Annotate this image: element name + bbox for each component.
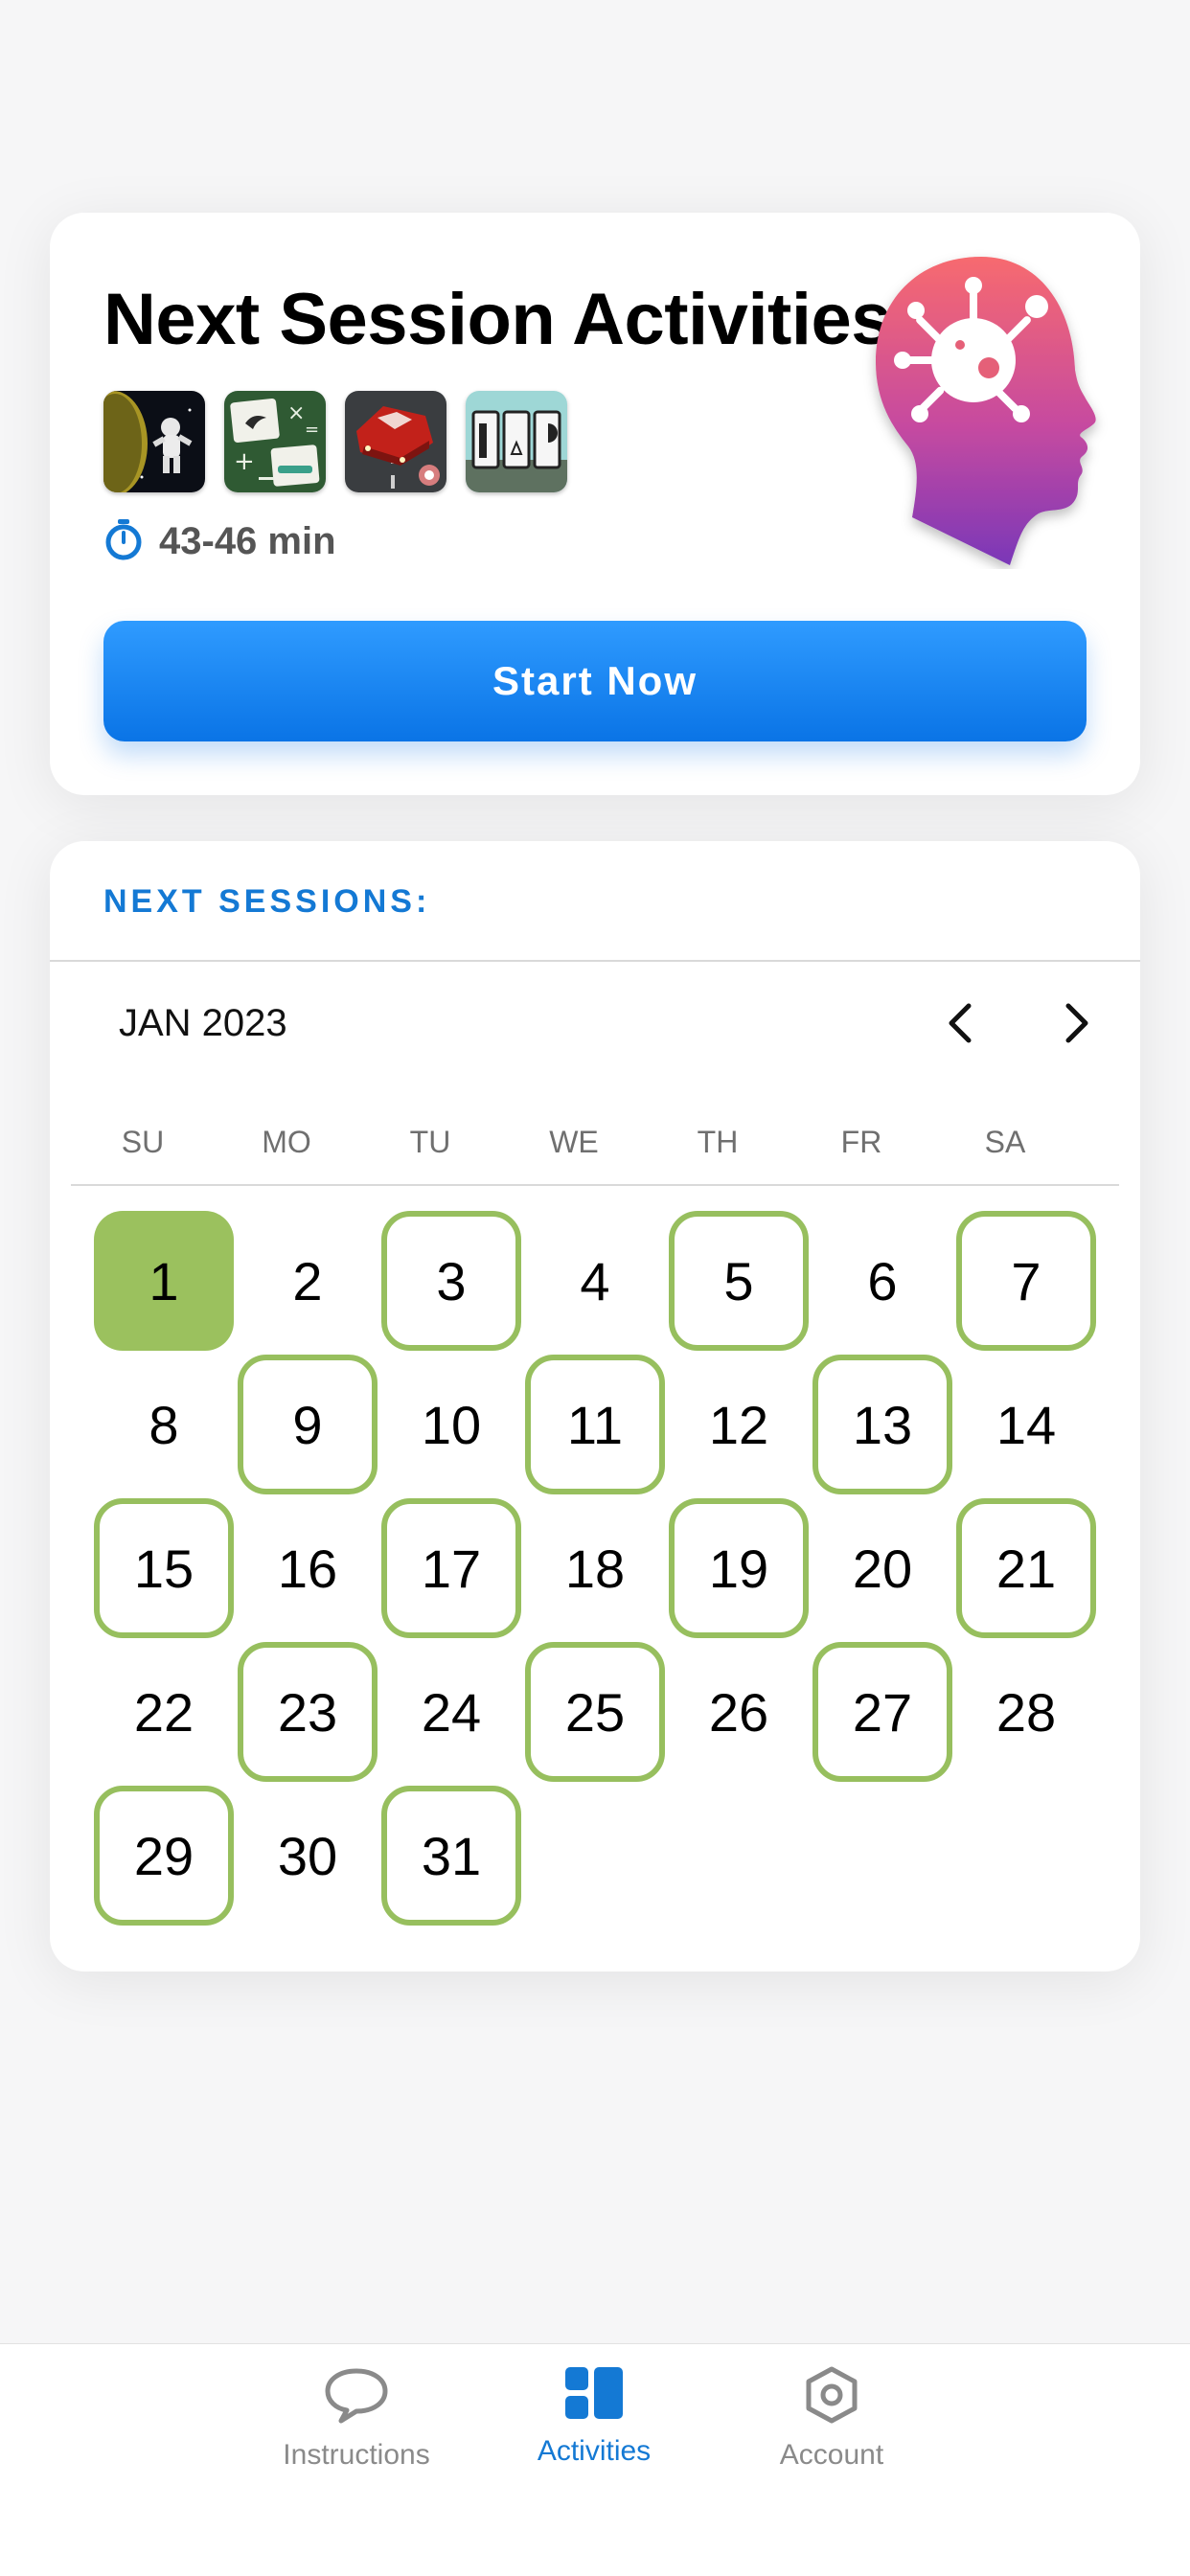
svg-text:×: ×: [287, 401, 305, 425]
calendar-day[interactable]: 12: [669, 1355, 809, 1494]
door-cards-game-thumbnail[interactable]: [466, 391, 567, 492]
tab-account[interactable]: Account: [736, 2365, 927, 2472]
calendar-day[interactable]: 30: [238, 1786, 378, 1926]
hexagon-settings-icon: [802, 2365, 861, 2429]
stopwatch-icon: [103, 517, 144, 566]
tab-label: Activities: [537, 2435, 652, 2467]
tab-label: Instructions: [283, 2439, 430, 2471]
calendar-day-session[interactable]: 23: [238, 1642, 378, 1782]
session-duration: 43-46 min: [103, 517, 336, 566]
calendar-day[interactable]: 6: [812, 1211, 952, 1351]
tab-instructions[interactable]: Instructions: [261, 2365, 452, 2472]
calendar-day-session[interactable]: 9: [238, 1355, 378, 1494]
calendar-day-session[interactable]: 17: [381, 1498, 521, 1638]
calendar-day[interactable]: 22: [94, 1642, 234, 1782]
calendar-day[interactable]: 28: [956, 1642, 1096, 1782]
calendar-day-session[interactable]: 3: [381, 1211, 521, 1351]
calendar-day-session[interactable]: 29: [94, 1786, 234, 1926]
calendar-day[interactable]: 8: [94, 1355, 234, 1494]
brain-head-icon: [860, 249, 1110, 569]
next-sessions-calendar: NEXT SESSIONS: JAN 2023 SU MO TU WE TH F…: [50, 841, 1140, 1972]
calendar-day-session[interactable]: 21: [956, 1498, 1096, 1638]
calendar-day[interactable]: 10: [381, 1355, 521, 1494]
math-cards-game-thumbnail[interactable]: × = +: [224, 391, 326, 492]
calendar-day-grid: 1 2 3 4 5 6 7 8 9 10 11 12 13 14 15 16 17 18 19 20 21 22 23 24 2…: [50, 841, 1140, 1972]
activity-thumbnails: × = +: [103, 391, 567, 492]
calendar-day[interactable]: 26: [669, 1642, 809, 1782]
astronaut-game-thumbnail[interactable]: [103, 391, 205, 492]
calendar-day-session[interactable]: 27: [812, 1642, 952, 1782]
session-title: Next Session Activities: [103, 279, 892, 360]
svg-text:=: =: [305, 420, 319, 440]
calendar-day[interactable]: 2: [238, 1211, 378, 1351]
calendar-day-session[interactable]: 15: [94, 1498, 234, 1638]
calendar-day-session[interactable]: 25: [525, 1642, 665, 1782]
calendar-day[interactable]: 16: [238, 1498, 378, 1638]
start-now-button[interactable]: Start Now: [103, 621, 1087, 741]
calendar-day-session[interactable]: 19: [669, 1498, 809, 1638]
tab-label: Account: [779, 2439, 884, 2471]
speech-bubble-icon: [322, 2365, 391, 2429]
calendar-day[interactable]: 20: [812, 1498, 952, 1638]
calendar-day[interactable]: 14: [956, 1355, 1096, 1494]
calendar-day-session[interactable]: 7: [956, 1211, 1096, 1351]
calendar-day-session[interactable]: 11: [525, 1355, 665, 1494]
svg-text:+: +: [234, 447, 255, 476]
calendar-day-today[interactable]: 1: [94, 1211, 234, 1351]
duration-label: 43-46 min: [159, 520, 336, 562]
calendar-day-session[interactable]: 5: [669, 1211, 809, 1351]
calendar-day-session[interactable]: 13: [812, 1355, 952, 1494]
car-driving-game-thumbnail[interactable]: [345, 391, 446, 492]
tab-activities[interactable]: Activities: [498, 2365, 690, 2468]
calendar-day[interactable]: 24: [381, 1642, 521, 1782]
calendar-day-session[interactable]: 31: [381, 1786, 521, 1926]
bottom-tab-bar: Instructions Activities Account: [0, 2343, 1190, 2576]
next-session-card: Next Session Activities × = + 43-46 min …: [50, 213, 1140, 795]
calendar-day[interactable]: 18: [525, 1498, 665, 1638]
grid-icon: [563, 2365, 625, 2426]
calendar-day[interactable]: 4: [525, 1211, 665, 1351]
